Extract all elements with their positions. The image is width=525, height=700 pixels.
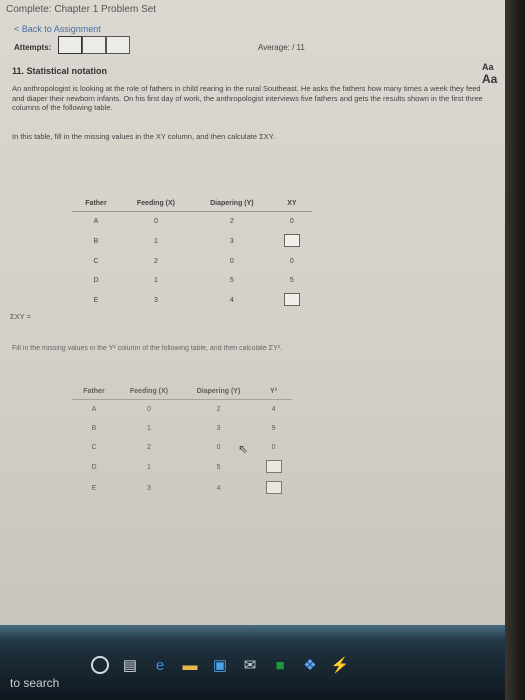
xy-input-cell: [272, 290, 312, 311]
y-squared-cell: 4: [271, 406, 276, 413]
text-size-button[interactable]: Aa Aa: [482, 62, 505, 86]
father-cell: B: [93, 238, 99, 245]
diapering-cell: 4: [229, 297, 234, 304]
attempt-box-1: [58, 36, 82, 54]
table-header-row: Father Feeding (X) Diapering (Y) Y²: [72, 384, 292, 400]
father-cell: E: [93, 297, 99, 304]
xy-input[interactable]: [283, 234, 300, 247]
feeding-cell: 2: [147, 444, 151, 451]
taskbar-glare: [0, 625, 505, 639]
y-squared-table: Father Feeding (X) Diapering (Y) Y² A 0 …: [72, 384, 292, 499]
xy-input-cell: [272, 231, 312, 252]
table-row: E 3 4: [72, 290, 312, 311]
y-squared-input-cell: [255, 457, 292, 478]
diapering-cell: 2: [229, 218, 234, 225]
question-title: 11. Statistical notation: [12, 66, 108, 76]
table-row: D 1 5 5: [72, 271, 312, 290]
edge-browser-icon[interactable]: e: [150, 655, 170, 675]
average-score: Average: / 11: [258, 43, 305, 52]
page-title: Complete: Chapter 1 Problem Set: [6, 4, 157, 15]
table-header-row: Father Feeding (X) Diapering (Y) XY: [72, 196, 312, 212]
father-cell: A: [91, 406, 97, 413]
feeding-cell: 3: [147, 485, 151, 492]
cortana-icon[interactable]: [90, 655, 110, 675]
father-cell: E: [91, 485, 97, 492]
y-squared-input[interactable]: [265, 460, 282, 473]
header-feeding: Feeding (X): [119, 196, 192, 212]
table-row: B 1 3: [72, 231, 312, 252]
mouse-cursor-icon: ⇖: [238, 442, 249, 456]
header-father: Father: [72, 384, 116, 400]
monitor-bezel: [505, 0, 525, 700]
header-father: Father: [72, 196, 120, 212]
diapering-cell: 0: [229, 258, 234, 265]
y-squared-input-cell: [255, 478, 292, 499]
header-diapering: Diapering (Y): [191, 196, 272, 212]
app-icon[interactable]: ⚡: [330, 655, 350, 675]
header-y-squared: Y²: [255, 384, 292, 400]
header-xy: XY: [271, 196, 312, 212]
table-row: B 1 3 9: [72, 419, 292, 438]
feeding-cell: 1: [147, 464, 151, 471]
table-row: A 0 2 4: [72, 400, 292, 420]
store-icon[interactable]: ▣: [210, 655, 230, 675]
xy-cell: 0: [289, 218, 294, 225]
browser-content: Complete: Chapter 1 Problem Set < Back t…: [0, 0, 505, 625]
father-cell: C: [91, 444, 97, 451]
diapering-cell: 3: [229, 238, 234, 245]
attempt-indicator: [58, 36, 130, 54]
attempt-box-3: [106, 36, 130, 54]
father-cell: C: [93, 258, 99, 265]
table-row: E 3 4: [72, 478, 292, 499]
y-squared-instruction: Fill in the missing values in the Y² col…: [12, 345, 282, 352]
table-row: D 1 5: [72, 457, 292, 478]
y-squared-cell: 0: [271, 444, 276, 451]
diapering-cell: 4: [216, 485, 221, 492]
father-cell: D: [93, 277, 99, 284]
mail-icon[interactable]: ✉: [240, 655, 260, 675]
y-squared-cell: 9: [271, 425, 276, 432]
task-view-icon[interactable]: ▤: [120, 655, 140, 675]
feeding-cell: 1: [147, 425, 151, 432]
xy-cell: 5: [289, 277, 294, 284]
feeding-cell: 0: [154, 218, 158, 225]
father-cell: B: [91, 425, 97, 432]
feeding-cell: 3: [154, 297, 158, 304]
attempt-box-2: [82, 36, 106, 54]
attempts-label: Attempts:: [14, 43, 52, 52]
feeding-cell: 1: [154, 238, 158, 245]
file-explorer-icon[interactable]: ▬: [180, 655, 200, 675]
diapering-cell: 2: [216, 406, 221, 413]
father-cell: D: [91, 464, 97, 471]
diapering-cell: 5: [216, 464, 221, 471]
header-feeding: Feeding (X): [115, 384, 182, 400]
xy-input[interactable]: [283, 293, 300, 306]
feeding-cell: 2: [154, 258, 158, 265]
screen: Complete: Chapter 1 Problem Set < Back t…: [0, 0, 505, 700]
feeding-cell: 1: [154, 277, 158, 284]
table-row: A 0 2 0: [72, 212, 312, 232]
question-paragraph: An anthropologist is looking at the role…: [12, 84, 483, 112]
sum-xy-label: ΣXY =: [10, 312, 31, 321]
text-size-small-label: Aa: [482, 62, 494, 72]
table-row: C 2 0 0: [72, 252, 312, 271]
green-app-icon[interactable]: ■: [270, 655, 290, 675]
father-cell: A: [93, 218, 99, 225]
feeding-cell: 0: [147, 406, 151, 413]
back-to-assignment-link[interactable]: < Back to Assignment: [14, 24, 101, 34]
windows-taskbar: to search ▤ e ▬ ▣ ✉ ■ ❖ ⚡: [0, 625, 505, 700]
header-diapering: Diapering (Y): [181, 384, 256, 400]
table-row: C 2 0 0: [72, 438, 292, 457]
xy-cell: 0: [289, 258, 294, 265]
table-instruction: In this table, fill in the missing value…: [12, 132, 275, 141]
taskbar-icons: ▤ e ▬ ▣ ✉ ■ ❖ ⚡: [90, 655, 350, 675]
xy-table: Father Feeding (X) Diapering (Y) XY A 0 …: [72, 196, 312, 311]
diapering-cell: 3: [216, 425, 221, 432]
dropbox-icon[interactable]: ❖: [300, 655, 320, 675]
diapering-cell: 5: [229, 277, 234, 284]
y-squared-input[interactable]: [265, 481, 282, 494]
taskbar-search-box[interactable]: to search: [10, 676, 59, 690]
